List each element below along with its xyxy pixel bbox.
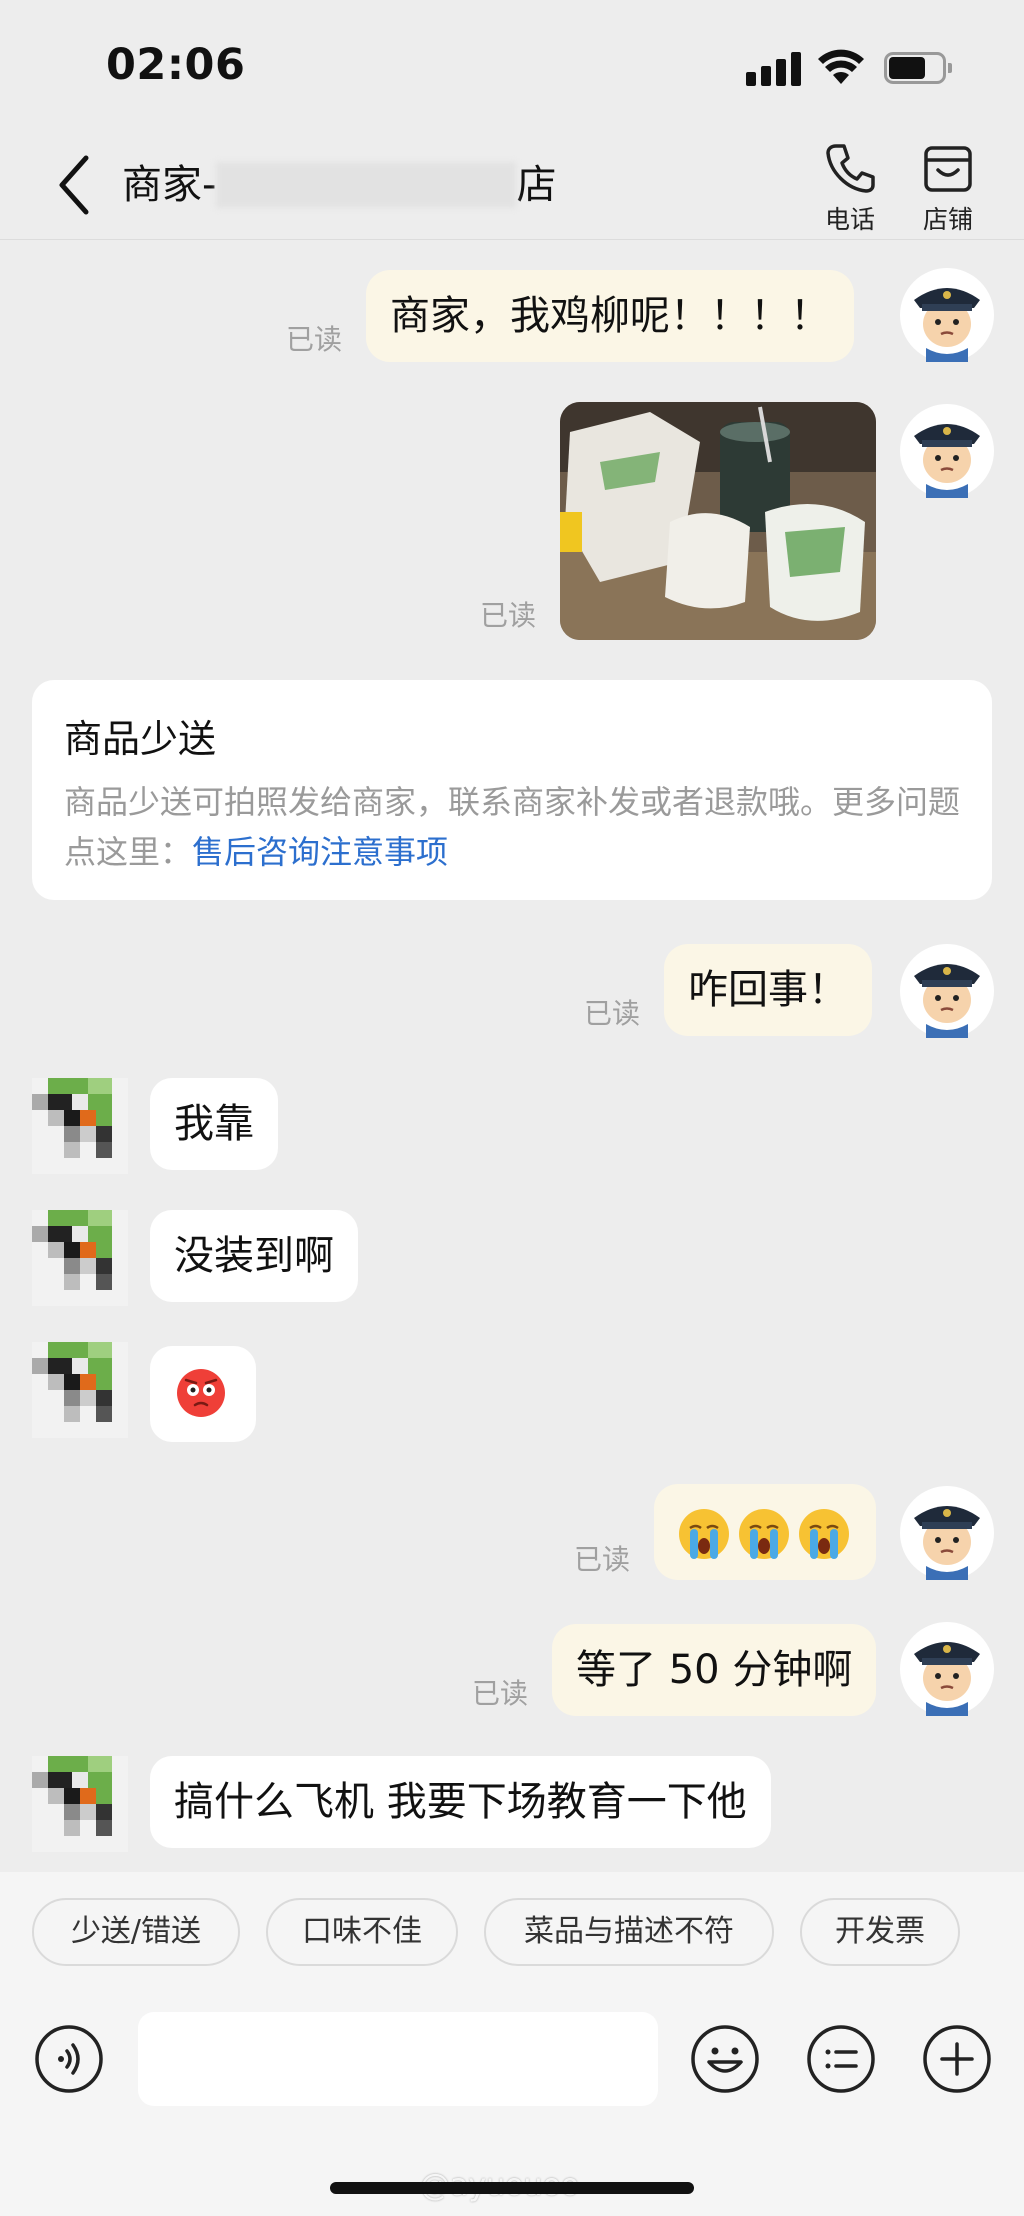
message-bubble-incoming[interactable]: 没装到啊: [150, 1210, 358, 1302]
redacted-store-name: [216, 162, 517, 208]
home-indicator[interactable]: [330, 2182, 694, 2194]
merchant-avatar[interactable]: [32, 1342, 128, 1438]
flushed-face-emoji-icon: [177, 1369, 225, 1417]
message-bubble-incoming[interactable]: 我靠: [150, 1078, 278, 1170]
food-photo[interactable]: [560, 402, 876, 640]
read-receipt: 已读: [584, 997, 641, 1030]
message-input[interactable]: [138, 2012, 658, 2106]
user-avatar[interactable]: [900, 268, 994, 362]
merchant-avatar[interactable]: [32, 1210, 128, 1306]
chat-title-prefix: 商家-: [122, 162, 217, 208]
read-receipt: 已读: [472, 1677, 529, 1710]
call-label: 电话: [824, 205, 875, 234]
phone-icon: [826, 144, 875, 193]
voice-input-icon[interactable]: [34, 2024, 104, 2094]
crying-face-emoji-icon: [679, 1509, 849, 1559]
notice-body: 商品少送可拍照发给商家，联系商家补发或者退款哦。更多问题点这里：售后咨询注意事项: [64, 777, 960, 877]
menu-list-icon[interactable]: [806, 2024, 876, 2094]
message-bubble-outgoing[interactable]: [654, 1484, 876, 1580]
call-button[interactable]: 电话: [810, 140, 890, 236]
message-bubble-outgoing[interactable]: 商家，我鸡柳呢！！！！: [366, 270, 854, 362]
cellular-signal-icon: [746, 52, 802, 86]
user-avatar[interactable]: [900, 1622, 994, 1716]
user-avatar[interactable]: [900, 1486, 994, 1580]
chat-header: 商家- 店 电话 店铺: [0, 130, 1024, 240]
notice-title: 商品少送: [64, 717, 217, 761]
quick-reply-chip[interactable]: 少送/错送: [32, 1898, 240, 1966]
message-bubble-outgoing[interactable]: 等了 50 分钟啊: [552, 1624, 877, 1716]
quick-reply-chip[interactable]: 开发票: [800, 1898, 960, 1966]
message-bubble-incoming[interactable]: [150, 1346, 256, 1442]
clock: 02:06: [106, 40, 246, 90]
chat-title-suffix: 店: [516, 162, 557, 208]
store-button[interactable]: 店铺: [908, 140, 988, 236]
merchant-avatar[interactable]: [32, 1756, 128, 1852]
plus-icon[interactable]: [922, 2024, 992, 2094]
message-bubble-incoming[interactable]: 搞什么飞机 我要下场教育一下他: [150, 1756, 771, 1848]
after-sales-link[interactable]: 售后咨询注意事项: [192, 833, 448, 871]
quick-reply-chip[interactable]: 口味不佳: [266, 1898, 458, 1966]
read-receipt: 已读: [574, 1543, 631, 1576]
store-icon: [924, 146, 972, 192]
emoji-icon[interactable]: [690, 2024, 760, 2094]
quick-reply-chip[interactable]: 菜品与描述不符: [484, 1898, 774, 1966]
read-receipt: 已读: [480, 599, 537, 632]
status-bar: 02:06: [0, 0, 1024, 130]
battery-icon: [884, 52, 952, 84]
back-arrow-icon[interactable]: [52, 152, 102, 218]
bottom-input-area: 少送/错送 口味不佳 菜品与描述不符 开发票 @ayuouoo: [0, 1872, 1024, 2216]
user-avatar[interactable]: [900, 944, 994, 1038]
chat-title: 商家- 店: [122, 154, 556, 216]
system-notice-card: 商品少送 商品少送可拍照发给商家，联系商家补发或者退款哦。更多问题点这里：售后咨…: [32, 680, 992, 900]
food-photo-image: [560, 402, 876, 640]
merchant-avatar[interactable]: [32, 1078, 128, 1174]
store-label: 店铺: [922, 205, 973, 234]
read-receipt: 已读: [286, 323, 343, 356]
wifi-icon: [818, 49, 864, 84]
message-bubble-outgoing[interactable]: 咋回事！: [664, 944, 872, 1036]
user-avatar[interactable]: [900, 404, 994, 498]
